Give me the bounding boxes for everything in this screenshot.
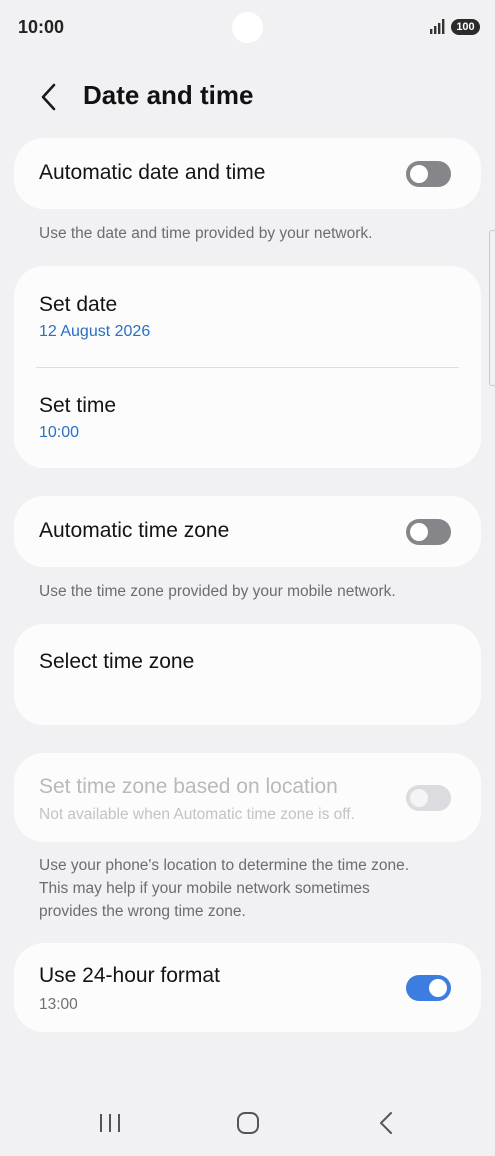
format-24h-example: 13:00: [39, 996, 78, 1013]
format-24h-toggle[interactable]: [406, 975, 451, 1001]
date-time-card: Set date 12 August 2026 Set time 10:00: [14, 266, 481, 468]
recent-apps-icon: [100, 1114, 120, 1132]
format-24h-card: Use 24-hour format 13:00: [14, 943, 481, 1032]
format-24h-row[interactable]: Use 24-hour format 13:00: [14, 943, 481, 1032]
auto-time-zone-toggle[interactable]: [406, 519, 451, 545]
scrollbar[interactable]: [489, 230, 495, 386]
toggle-knob: [410, 165, 428, 183]
tz-location-subtitle: Not available when Automatic time zone i…: [39, 806, 355, 823]
tz-location-toggle[interactable]: [406, 785, 451, 811]
set-time-value: 10:00: [39, 424, 80, 441]
select-time-zone-card: Select time zone: [14, 624, 481, 725]
home-icon: [237, 1112, 259, 1134]
set-date-row[interactable]: Set date 12 August 2026: [14, 266, 481, 367]
chevron-left-icon: [41, 83, 56, 111]
back-icon: [380, 1112, 392, 1134]
back-button[interactable]: [30, 78, 66, 116]
toggle-knob: [410, 523, 428, 541]
date-and-time-screen: 10:00 100 Date and time Automatic date a…: [0, 0, 495, 1156]
set-time-row[interactable]: Set time 10:00: [14, 368, 481, 468]
set-date-label: Set date: [39, 293, 118, 316]
tz-location-label: Set time zone based on location: [39, 775, 338, 798]
auto-date-time-label: Automatic date and time: [39, 161, 266, 184]
recent-apps-button[interactable]: [90, 1108, 130, 1138]
set-date-value: 12 August 2026: [39, 323, 151, 340]
toggle-knob: [410, 789, 428, 807]
auto-date-time-row[interactable]: Automatic date and time: [14, 138, 481, 209]
nav-back-button[interactable]: [366, 1108, 406, 1138]
auto-time-zone-card: Automatic time zone: [14, 496, 481, 567]
tz-location-description-3: provides the wrong time zone.: [39, 903, 246, 920]
auto-time-zone-row[interactable]: Automatic time zone: [14, 496, 481, 567]
auto-time-zone-description: Use the time zone provided by your mobil…: [39, 583, 396, 600]
signal-icon: [430, 19, 445, 34]
select-time-zone-label: Select time zone: [39, 650, 195, 673]
auto-time-zone-label: Automatic time zone: [39, 519, 230, 542]
status-bar: 10:00 100: [0, 0, 495, 56]
tz-location-row[interactable]: Set time zone based on location Not avai…: [14, 753, 481, 842]
tz-location-description-1: Use your phone's location to determine t…: [39, 857, 410, 874]
auto-date-time-description: Use the date and time provided by your n…: [39, 225, 373, 242]
tz-location-card: Set time zone based on location Not avai…: [14, 753, 481, 842]
select-time-zone-row[interactable]: Select time zone: [14, 624, 481, 725]
auto-date-time-card: Automatic date and time: [14, 138, 481, 209]
set-time-label: Set time: [39, 394, 117, 417]
tz-location-description-2: This may help if your mobile network som…: [39, 880, 370, 897]
status-time: 10:00: [18, 17, 65, 37]
page-title: Date and time: [83, 80, 254, 110]
camera-cutout: [232, 12, 263, 43]
auto-date-time-toggle[interactable]: [406, 161, 451, 187]
toggle-knob: [429, 979, 447, 997]
battery-indicator: 100: [451, 19, 480, 35]
format-24h-label: Use 24-hour format: [39, 964, 220, 987]
navigation-bar: [0, 1090, 495, 1156]
home-button[interactable]: [228, 1108, 268, 1138]
